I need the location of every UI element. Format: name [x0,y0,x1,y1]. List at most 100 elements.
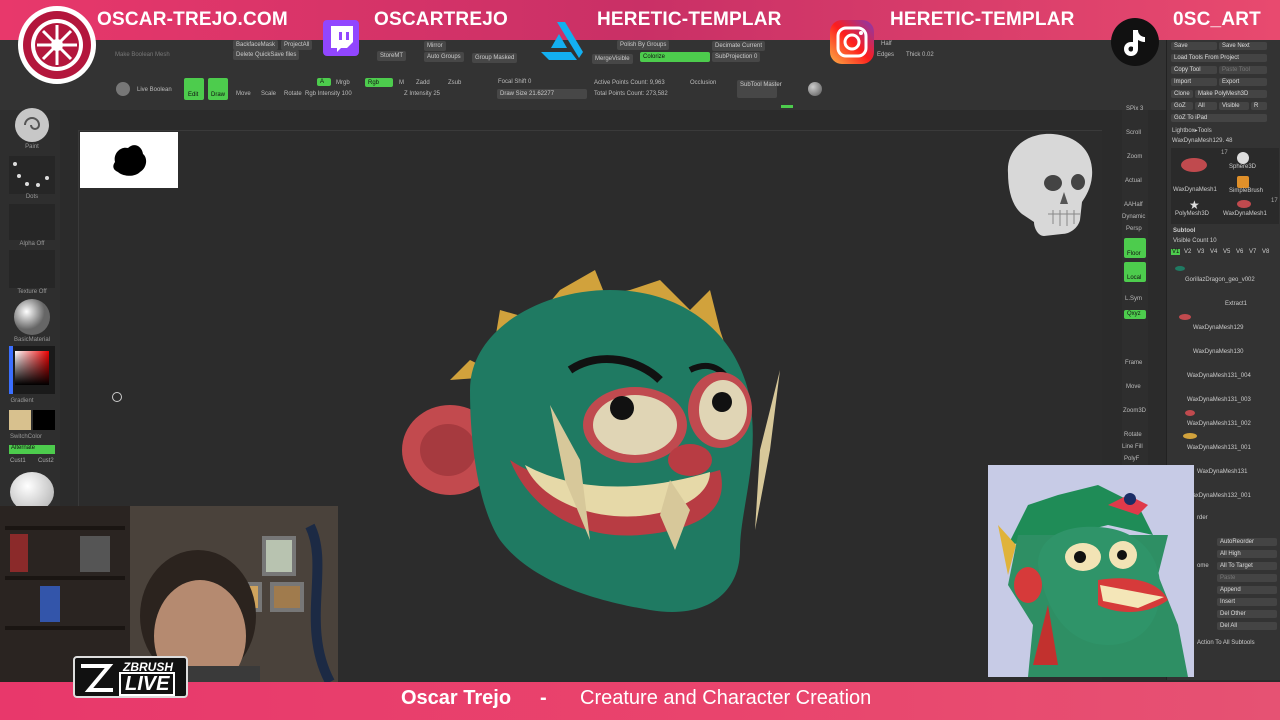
scroll-button[interactable]: Scroll [1126,130,1141,136]
rotate-button[interactable]: Rotate [284,91,302,97]
colorize-button[interactable]: Colorize [640,52,710,62]
copy-tool-button[interactable]: Copy Tool [1171,66,1217,74]
subtool-item[interactable]: Extract1 [1225,301,1247,307]
delete-quicksave-button[interactable]: Delete QuickSave files [233,50,300,60]
decimate-current-button[interactable]: Decimate Current [712,41,766,51]
all-high-button[interactable]: All High [1217,550,1277,558]
scale-button[interactable]: Scale [261,91,276,97]
live-boolean-icon[interactable] [116,82,130,96]
subtool-item[interactable]: WaxDynaMesh131_001 [1187,445,1251,451]
v8-tab[interactable]: V8 [1262,249,1269,255]
paint-brush-icon[interactable] [9,107,55,143]
website-label[interactable]: OSCAR-TREJO.COM [97,9,288,31]
import-button[interactable]: Import [1171,78,1217,86]
zoom3d-button[interactable]: Zoom3D [1123,408,1146,414]
polymesh-star-icon[interactable]: ★ [1189,198,1200,212]
current-tool-slider[interactable]: WaxDynaMesh129. 48 [1172,138,1232,144]
aahalf-button[interactable]: AAHalf [1124,202,1143,208]
draw-size-slider[interactable]: Draw Size 21.62277 [497,89,587,99]
material-sphere-icon[interactable] [808,82,822,96]
zadd-button[interactable]: Zadd [416,80,430,86]
mrgb-button[interactable]: Mrgb [336,80,350,86]
lsym-button[interactable]: L.Sym [1125,296,1142,302]
tool-thumb-waxdyna2[interactable] [1237,200,1251,208]
action-all-subtools[interactable]: Action To All Subtools [1197,640,1255,646]
load-tools-button[interactable]: Load Tools From Project [1171,54,1267,62]
main-color-swatch[interactable] [9,410,31,430]
subtool-item[interactable]: WaxDynaMesh129 [1193,325,1243,331]
secondary-color-swatch[interactable] [33,410,55,430]
v4-tab[interactable]: V4 [1210,249,1217,255]
paste-button[interactable]: Paste [1217,574,1277,582]
goz-button[interactable]: GoZ [1171,102,1193,110]
subtool-item[interactable]: WaxDynaMesh132_001 [1187,493,1251,499]
subtool-item[interactable]: WaxDynaMesh131_004 [1187,373,1251,379]
storemt-button[interactable]: StoreMT [377,51,407,61]
v1-tab[interactable]: V1 [1171,249,1181,255]
subtool-master-button[interactable]: SubTool Master [737,80,782,98]
edges-label[interactable]: Edges [877,52,894,58]
subtool-item[interactable]: GorillazDragon_geo_v002 [1185,277,1255,283]
zoom-button[interactable]: Zoom [1127,154,1142,160]
merge-visible-button[interactable]: MergeVisible [592,54,633,64]
color-picker[interactable] [9,346,55,394]
move-view-button[interactable]: Move [1126,384,1141,390]
polish-by-groups-button[interactable]: Polish By Groups [617,40,670,50]
simplebrush-icon[interactable] [1237,176,1249,188]
tool-thumb-waxdyna1[interactable] [1181,158,1207,172]
paste-tool-button[interactable]: Paste Tool [1219,66,1267,74]
v3-tab[interactable]: V3 [1197,249,1204,255]
persp-button[interactable]: Persp [1126,226,1142,232]
subtool-item[interactable]: WaxDynaMesh131_002 [1187,421,1251,427]
alternate-button[interactable]: Alternate [9,445,55,454]
rgb-intensity-slider[interactable]: Rgb Intensity 100 [305,91,352,97]
m-button[interactable]: M [399,80,404,86]
del-other-button[interactable]: Del Other [1217,610,1277,618]
z-intensity-slider[interactable]: Z Intensity 25 [404,91,440,97]
visible-count-slider[interactable]: Visible Count 10 [1173,238,1217,244]
zsub-button[interactable]: Zsub [448,80,461,86]
save-next-button[interactable]: Save Next [1219,42,1267,50]
half-label[interactable]: Half [881,41,892,47]
v6-tab[interactable]: V6 [1236,249,1243,255]
clone-button[interactable]: Clone [1171,90,1193,98]
save-button[interactable]: Save [1171,42,1217,50]
subprojection-slider[interactable]: SubProjection 0 [712,52,761,62]
subtool-item[interactable]: WaxDynaMesh131 [1197,469,1247,475]
subtool-item[interactable]: WaxDynaMesh131_003 [1187,397,1251,403]
line-fill-button[interactable]: Line Fill [1122,444,1143,450]
auto-groups-button[interactable]: Auto Groups [424,52,464,62]
goz-visible-button[interactable]: Visible [1219,102,1249,110]
live-boolean-label[interactable]: Live Boolean [137,87,172,93]
goz-all-button[interactable]: All [1195,102,1217,110]
spix-label[interactable]: SPix 3 [1126,106,1143,112]
subtool-header[interactable]: Subtool [1173,228,1195,234]
texture-slot[interactable] [9,250,55,288]
alpha-slot[interactable] [9,204,55,240]
make-polymesh-button[interactable]: Make PolyMesh3D [1195,90,1267,98]
material-sphere-icon[interactable] [9,298,55,336]
export-button[interactable]: Export [1219,78,1267,86]
cust2-button[interactable]: Cust2 [38,458,54,464]
all-to-target-button[interactable]: All To Target [1217,562,1277,570]
actual-button[interactable]: Actual [1125,178,1142,184]
backface-mask-button[interactable]: BackfaceMask [233,40,279,50]
mirror-button[interactable]: Mirror [424,41,446,51]
v5-tab[interactable]: V5 [1223,249,1230,255]
occlusion-button[interactable]: Occlusion [690,80,716,86]
thick-slider[interactable]: Thick 0.02 [906,52,934,58]
cust1-button[interactable]: Cust1 [10,458,26,464]
make-boolean-mesh[interactable]: Make Boolean Mesh [115,52,170,58]
v7-tab[interactable]: V7 [1249,249,1256,255]
goz-r-button[interactable]: R [1251,102,1267,110]
v2-tab[interactable]: V2 [1184,249,1191,255]
subtool-item[interactable]: WaxDynaMesh130 [1193,349,1243,355]
sphere3d-icon[interactable] [1237,152,1249,164]
frame-button[interactable]: Frame [1125,360,1142,366]
auto-reorder-button[interactable]: AutoReorder [1217,538,1277,546]
dots-stroke-icon[interactable] [9,156,55,194]
lightbox-tools-button[interactable]: Lightbox▸Tools [1172,127,1212,134]
focal-shift-slider[interactable]: Focal Shift 0 [498,79,531,85]
polyf-button[interactable]: PolyF [1124,456,1139,462]
append-button[interactable]: Append [1217,586,1277,594]
